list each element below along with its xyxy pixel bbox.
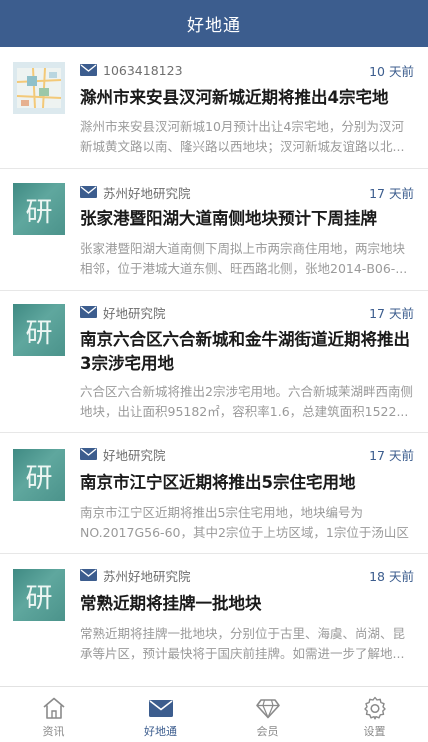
list-item[interactable]: 研 好地研究院 17 天前 南京六合区六合新城和金牛湖街道近期将推出3宗涉宅用地… <box>0 291 428 433</box>
tab-membership[interactable]: 会员 <box>214 687 321 742</box>
timestamp: 17 天前 <box>369 185 414 201</box>
source-name: 好地研究院 <box>103 447 166 463</box>
tab-label: 好地通 <box>144 725 177 738</box>
tab-label: 设置 <box>363 725 386 738</box>
mail-icon <box>80 64 97 76</box>
map-image-icon <box>13 62 65 114</box>
research-institute-thumbnail: 研 <box>13 183 65 235</box>
list-item[interactable]: 研 苏州好地研究院 18 天前 常熟近期将挂牌一批地块 常熟近期将挂牌一批地块，… <box>0 554 428 686</box>
item-summary: 南京市江宁区近期将推出5宗住宅用地，地块编号为NO.2017G56-60，其中2… <box>80 505 409 540</box>
item-title[interactable]: 南京六合区六合新城和金牛湖街道近期将推出3宗涉宅用地 <box>80 328 414 376</box>
research-badge-char: 研 <box>25 462 53 494</box>
source-name: 好地研究院 <box>103 305 166 321</box>
mail-icon <box>80 186 97 198</box>
map-thumbnail <box>13 62 65 114</box>
research-badge-char: 研 <box>25 317 53 349</box>
tab-label: 会员 <box>256 725 279 738</box>
research-institute-thumbnail: 研 <box>13 449 65 501</box>
tab-haoditong[interactable]: 好地通 <box>107 687 214 742</box>
list-item[interactable]: 1063418123 10 天前 滁州市来安县汊河新城近期将推出4宗宅地 滁州市… <box>0 47 428 169</box>
diamond-icon <box>255 699 280 719</box>
tab-label: 资讯 <box>42 725 65 738</box>
tab-settings[interactable]: 设置 <box>321 687 428 742</box>
mail-icon <box>80 569 97 581</box>
list-item[interactable]: 研 苏州好地研究院 17 天前 张家港暨阳湖大道南侧地块预计下周挂牌 张家港暨阳… <box>0 169 428 291</box>
source-name: 苏州好地研究院 <box>103 185 191 201</box>
bottom-tab-bar: 资讯 好地通 会员 设置 <box>0 686 428 742</box>
source-name: 苏州好地研究院 <box>103 568 191 584</box>
top-navigation-bar: 好地通 <box>0 0 428 47</box>
item-title[interactable]: 南京市江宁区近期将推出5宗住宅用地 <box>80 471 414 495</box>
item-title[interactable]: 滁州市来安县汊河新城近期将推出4宗宅地 <box>80 86 414 110</box>
home-icon <box>42 697 65 719</box>
tab-news[interactable]: 资讯 <box>0 687 107 742</box>
timestamp: 17 天前 <box>369 305 414 321</box>
item-title[interactable]: 常熟近期将挂牌一批地块 <box>80 592 414 616</box>
item-summary: 张家港暨阳湖大道南侧下周拟上市两宗商住用地，两宗地块相邻，位于港城大道东侧、旺西… <box>80 241 408 276</box>
mail-icon <box>80 448 97 460</box>
gear-icon <box>363 696 386 720</box>
item-summary: 滁州市来安县汊河新城10月预计出让4宗宅地，分别为汊河新城黄文路以南、隆兴路以西… <box>80 119 405 154</box>
research-badge-char: 研 <box>25 582 53 614</box>
mail-icon <box>148 700 173 717</box>
research-badge-char: 研 <box>25 196 53 228</box>
research-institute-thumbnail: 研 <box>13 304 65 356</box>
mail-icon <box>80 306 97 318</box>
list-item[interactable]: 研 好地研究院 17 天前 南京市江宁区近期将推出5宗住宅用地 南京市江宁区近期… <box>0 433 428 554</box>
item-title[interactable]: 张家港暨阳湖大道南侧地块预计下周挂牌 <box>80 207 414 231</box>
item-summary: 常熟近期将挂牌一批地块，分别位于古里、海虞、尚湖、昆承等片区，预计最快将于国庆前… <box>80 626 406 661</box>
page-title: 好地通 <box>187 16 241 36</box>
timestamp: 17 天前 <box>369 447 414 463</box>
source-name: 1063418123 <box>103 62 183 78</box>
research-institute-thumbnail: 研 <box>13 569 65 621</box>
timestamp: 10 天前 <box>369 63 414 79</box>
timestamp: 18 天前 <box>369 568 414 584</box>
item-summary: 六合区六合新城将推出2宗涉宅用地。六合新城茉湖畔西南侧地块，出让面积95182㎡… <box>80 384 413 419</box>
message-feed[interactable]: 1063418123 10 天前 滁州市来安县汊河新城近期将推出4宗宅地 滁州市… <box>0 47 428 686</box>
